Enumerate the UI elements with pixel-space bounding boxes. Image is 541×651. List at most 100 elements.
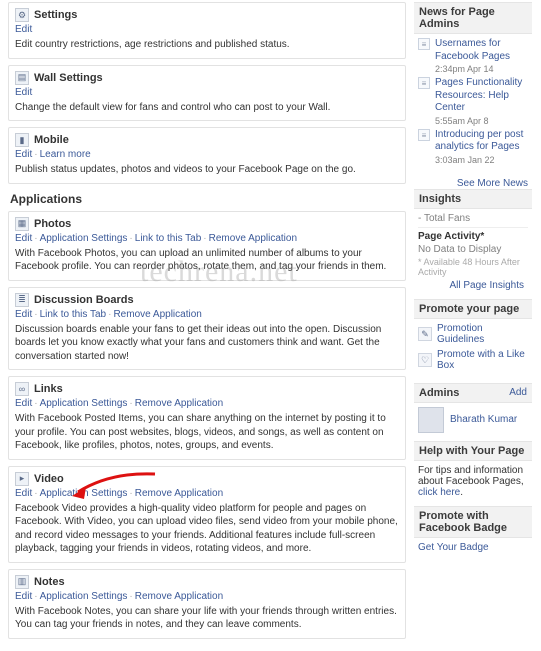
insights-footnote: * Available 48 Hours After Activity bbox=[418, 257, 528, 277]
add-admin-link[interactable]: Add bbox=[509, 387, 527, 398]
news-item: ≡Introducing per post analytics for Page… bbox=[418, 129, 528, 165]
photos-remove-link[interactable]: Remove Application bbox=[209, 233, 297, 244]
links-description: With Facebook Posted Items, you can shar… bbox=[15, 412, 399, 453]
promo-likebox-link[interactable]: Promote with a Like Box bbox=[437, 349, 528, 371]
app-title-notes: Notes bbox=[34, 576, 65, 588]
promote-heading: Promote your page bbox=[414, 299, 532, 319]
settings-box-settings: ⚙ SettingsEdit Edit country restrictions, … bbox=[8, 2, 406, 59]
separator: · bbox=[129, 488, 132, 499]
separator: · bbox=[129, 398, 132, 409]
avatar bbox=[418, 407, 444, 433]
mobile-icon: ▮ bbox=[15, 133, 29, 147]
promo-likebox-icon: ♡ bbox=[418, 353, 432, 367]
app-box-notes: ▥NotesEdit·Application Settings·Remove A… bbox=[8, 569, 406, 639]
wall-settings-edit-link[interactable]: Edit bbox=[15, 87, 32, 98]
discussion-boards-link-tab-link[interactable]: Link to this Tab bbox=[40, 309, 107, 320]
video-description: Facebook Video provides a high-quality v… bbox=[15, 502, 399, 556]
separator: · bbox=[34, 233, 37, 244]
app-box-video: ▸VideoEdit·Application Settings·Remove A… bbox=[8, 466, 406, 563]
separator: · bbox=[34, 309, 37, 320]
mobile-learn-more-link[interactable]: Learn more bbox=[40, 149, 91, 160]
separator: · bbox=[34, 398, 37, 409]
admin-name-link[interactable]: Bharath Kumar bbox=[450, 414, 517, 425]
news-time: 5:55am Apr 8 bbox=[435, 116, 528, 126]
news-heading: News for Page Admins bbox=[414, 2, 532, 34]
photos-app-settings-link[interactable]: Application Settings bbox=[40, 233, 128, 244]
separator: · bbox=[34, 149, 37, 160]
news-time: 2:34pm Apr 14 bbox=[435, 64, 528, 74]
settings-box-mobile: ▮ MobileEdit·Learn more Publish status upd… bbox=[8, 127, 406, 184]
get-your-badge-link[interactable]: Get Your Badge bbox=[418, 542, 489, 553]
video-remove-link[interactable]: Remove Application bbox=[135, 488, 223, 499]
notes-app-settings-link[interactable]: Application Settings bbox=[40, 591, 128, 602]
video-edit-link[interactable]: Edit bbox=[15, 488, 32, 499]
insights-heading: Insights bbox=[414, 189, 532, 209]
all-page-insights-link[interactable]: All Page Insights bbox=[450, 280, 525, 291]
note-icon: ≡ bbox=[418, 77, 430, 89]
settings-box-wall-settings: ▤Wall SettingsEditChange the default vie… bbox=[8, 65, 406, 122]
photos-description: With Facebook Photos, you can upload an … bbox=[15, 247, 399, 274]
promo-guidelines-link[interactable]: Promotion Guidelines bbox=[437, 323, 528, 345]
app-box-links: ∞LinksEdit·Application Settings·Remove A… bbox=[8, 376, 406, 460]
links-icon: ∞ bbox=[15, 382, 29, 396]
video-icon: ▸ bbox=[15, 472, 29, 486]
mobile-description: Publish status updates, photos and video… bbox=[15, 163, 399, 177]
app-title-photos: Photos bbox=[34, 218, 71, 230]
admins-heading-text: Admins bbox=[419, 387, 459, 399]
news-item: ≡ Pages Functionality Resources: Help Cen… bbox=[418, 77, 528, 126]
links-app-settings-link[interactable]: Application Settings bbox=[40, 398, 128, 409]
discussion-icon: ≣ bbox=[15, 293, 29, 307]
separator: · bbox=[108, 309, 111, 320]
separator: · bbox=[203, 233, 206, 244]
separator: · bbox=[129, 591, 132, 602]
mobile-edit-link[interactable]: Edit bbox=[15, 149, 32, 160]
promo-guidelines-icon: ✎ bbox=[418, 327, 432, 341]
discussion-boards-edit-link[interactable]: Edit bbox=[15, 309, 32, 320]
wall-icon: ▤ bbox=[15, 71, 29, 85]
wall-settings-description: Change the default view for fans and con… bbox=[15, 101, 399, 115]
photos-icon: ▦ bbox=[15, 217, 29, 231]
gear-icon: ⚙ bbox=[15, 8, 29, 22]
app-box-discussion-boards: ≣Discussion BoardsEdit·Link to this Tab·… bbox=[8, 287, 406, 371]
notes-description: With Facebook Notes, you can share your … bbox=[15, 605, 399, 632]
no-data-text: No Data to Display bbox=[418, 244, 528, 255]
app-title-links: Links bbox=[34, 383, 63, 395]
page-activity-heading: Page Activity* bbox=[418, 231, 528, 242]
app-title-discussion-boards: Discussion Boards bbox=[34, 294, 134, 306]
sidebar: News for Page Admins ≡ Usernames for Face… bbox=[412, 0, 536, 651]
help-text-prefix: For tips and information about Facebook … bbox=[418, 465, 524, 487]
separator: · bbox=[34, 591, 37, 602]
photos-edit-link[interactable]: Edit bbox=[15, 233, 32, 244]
notes-remove-link[interactable]: Remove Application bbox=[135, 591, 223, 602]
total-fans-value: - bbox=[418, 213, 421, 224]
admins-heading: Admins Add bbox=[414, 383, 532, 403]
settings-edit-link[interactable]: Edit bbox=[15, 24, 32, 35]
news-time: 3:03am Jan 22 bbox=[435, 155, 528, 165]
settings-title-mobile: Mobile bbox=[34, 134, 69, 146]
total-fans-label: Total Fans bbox=[424, 213, 470, 224]
settings-description: Edit country restrictions, age restricti… bbox=[15, 38, 399, 52]
links-remove-link[interactable]: Remove Application bbox=[135, 398, 223, 409]
app-box-photos: ▦PhotosEdit·Application Settings·Link to… bbox=[8, 211, 406, 281]
see-more-news-link[interactable]: See More News bbox=[457, 178, 528, 189]
separator: · bbox=[129, 233, 132, 244]
news-item: ≡ Usernames for Facebook Pages 2:34pm Apr … bbox=[418, 38, 528, 74]
notes-icon: ▥ bbox=[15, 575, 29, 589]
news-link-0[interactable]: Usernames for Facebook Pages bbox=[435, 38, 510, 62]
photos-link-tab-link[interactable]: Link to this Tab bbox=[135, 233, 202, 244]
news-list: ≡ Usernames for Facebook Pages 2:34pm Apr … bbox=[414, 38, 532, 176]
settings-title-settings: Settings bbox=[34, 9, 77, 21]
discussion-boards-description: Discussion boards enable your fans to ge… bbox=[15, 323, 399, 364]
video-app-settings-link[interactable]: Application Settings bbox=[40, 488, 128, 499]
news-link-2[interactable]: Introducing per post analytics for Pages bbox=[435, 129, 523, 153]
links-edit-link[interactable]: Edit bbox=[15, 398, 32, 409]
note-icon: ≡ bbox=[418, 38, 430, 50]
news-link-1[interactable]: Pages Functionality Resources: Help Cent… bbox=[435, 77, 522, 113]
notes-edit-link[interactable]: Edit bbox=[15, 591, 32, 602]
discussion-boards-remove-link[interactable]: Remove Application bbox=[113, 309, 201, 320]
separator: · bbox=[34, 488, 37, 499]
applications-heading: Applications bbox=[10, 192, 406, 206]
app-title-video: Video bbox=[34, 473, 64, 485]
help-click-here-link[interactable]: click here bbox=[418, 487, 460, 498]
main-column: ⚙SettingsEditEdit country restrictions, … bbox=[0, 0, 412, 651]
